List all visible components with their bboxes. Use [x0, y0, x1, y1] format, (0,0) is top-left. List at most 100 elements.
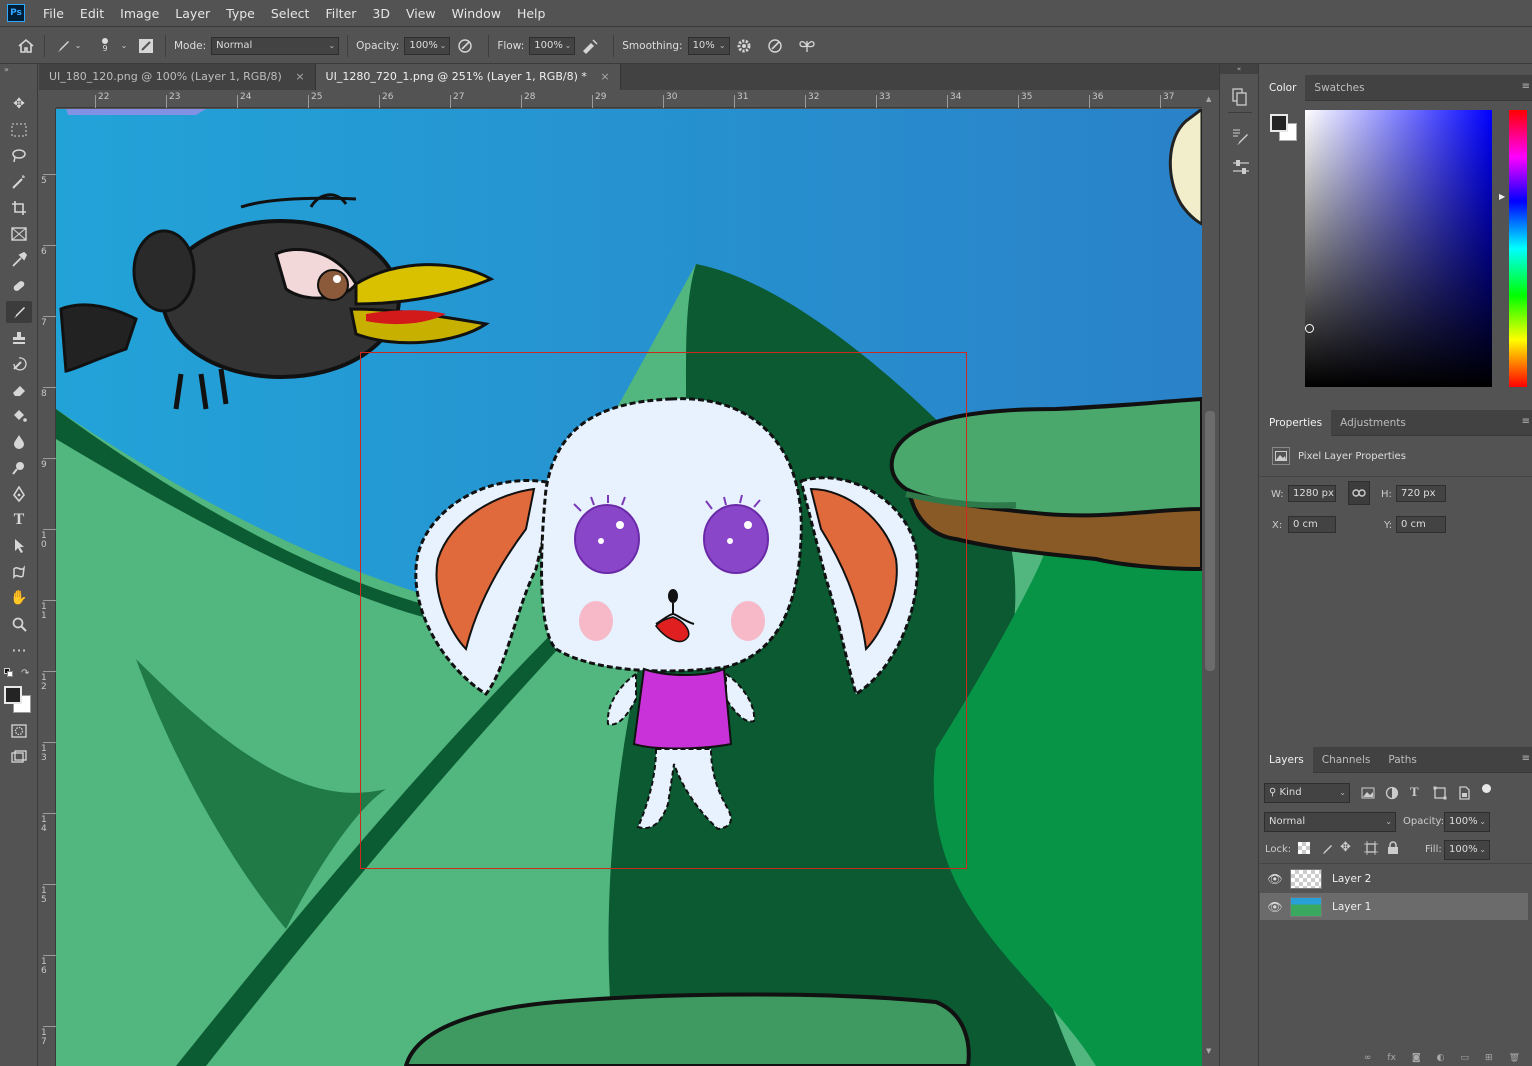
visibility-eye-icon[interactable]: 👁: [1260, 872, 1290, 886]
layer-blend-mode-select[interactable]: Normal ⌄: [1264, 812, 1396, 832]
menu-3d[interactable]: 3D: [364, 0, 398, 27]
color-picker-field[interactable]: [1305, 110, 1492, 387]
paint-bucket-tool-icon[interactable]: [6, 405, 32, 427]
airbrush-icon[interactable]: [575, 38, 605, 54]
tab-properties[interactable]: Properties: [1260, 409, 1332, 436]
visibility-eye-icon[interactable]: 👁: [1260, 900, 1290, 914]
menu-file[interactable]: File: [35, 0, 72, 27]
quick-mask-icon[interactable]: [6, 720, 32, 742]
filter-smart-object-icon[interactable]: [1457, 786, 1471, 800]
pressure-opacity-icon[interactable]: [450, 38, 480, 54]
link-dimensions-icon[interactable]: [1348, 481, 1370, 505]
menu-window[interactable]: Window: [444, 0, 509, 27]
collapse-arrows-icon[interactable]: »: [4, 65, 9, 74]
layer-opacity-field[interactable]: 100% ⌄: [1444, 812, 1490, 832]
fill-field[interactable]: 100% ⌄: [1444, 840, 1490, 860]
y-field[interactable]: 0 cm: [1396, 516, 1446, 533]
lock-artboard-icon[interactable]: [1364, 841, 1378, 855]
delete-layer-icon[interactable]: 🗑: [1509, 1053, 1520, 1066]
document-canvas[interactable]: [56, 109, 1202, 1066]
layer-row-layer-2[interactable]: 👁 Layer 2: [1260, 865, 1528, 892]
canvas-vertical-scrollbar[interactable]: ▲ ▼: [1202, 91, 1218, 1066]
lock-all-icon[interactable]: [1387, 841, 1399, 855]
scroll-down-icon[interactable]: ▼: [1206, 1047, 1211, 1055]
height-field[interactable]: 720 px: [1396, 485, 1446, 502]
menu-select[interactable]: Select: [263, 0, 318, 27]
zoom-tool-icon[interactable]: [6, 613, 32, 635]
new-adjustment-icon[interactable]: ◐: [1437, 1053, 1445, 1066]
clone-stamp-tool-icon[interactable]: [6, 327, 32, 349]
add-mask-icon[interactable]: ◙: [1412, 1053, 1421, 1066]
tab-adjustments[interactable]: Adjustments: [1331, 410, 1415, 436]
brush-tool-icon[interactable]: [6, 301, 32, 323]
horizontal-ruler[interactable]: 22 23 24 25 26 27 28 29 30 31 32 33 34 35 36 37: [56, 91, 1202, 108]
symmetry-butterfly-icon[interactable]: [792, 38, 822, 54]
lock-image-pixels-icon[interactable]: [1320, 841, 1334, 855]
panel-menu-icon[interactable]: ≡: [1522, 416, 1530, 427]
ruler-origin[interactable]: [39, 91, 56, 108]
smoothing-field[interactable]: 10% ⌄: [687, 36, 730, 55]
filter-toggle-icon[interactable]: [1482, 784, 1491, 793]
more-tools-icon[interactable]: ···: [6, 639, 32, 661]
home-icon[interactable]: [16, 38, 36, 54]
tab-layers[interactable]: Layers: [1260, 746, 1313, 773]
tab-channels[interactable]: Channels: [1313, 747, 1380, 773]
layer-name[interactable]: Layer 2: [1332, 873, 1371, 885]
type-tool-icon[interactable]: T: [6, 509, 32, 531]
hue-slider[interactable]: [1509, 110, 1527, 387]
hue-slider-handle-icon[interactable]: ▶: [1499, 192, 1505, 201]
history-panel-icon[interactable]: [1232, 88, 1248, 106]
eraser-tool-icon[interactable]: [6, 379, 32, 401]
menu-help[interactable]: Help: [509, 0, 554, 27]
tab-paths[interactable]: Paths: [1379, 747, 1426, 773]
adjustments-sliders-icon[interactable]: [1232, 158, 1250, 176]
foreground-color-swatch[interactable]: [1270, 114, 1288, 132]
brush-size-picker[interactable]: 9: [91, 38, 119, 53]
custom-shape-tool-icon[interactable]: [6, 561, 32, 583]
collapse-arrows-icon[interactable]: «: [1220, 64, 1258, 74]
chevron-down-icon[interactable]: ⌄: [119, 41, 129, 50]
panel-menu-icon[interactable]: ≡: [1522, 753, 1530, 764]
eyedropper-tool-icon[interactable]: [6, 249, 32, 271]
layer-filter-select[interactable]: ⚲ Kind ⌄: [1264, 783, 1350, 803]
lock-position-icon[interactable]: ✥: [1340, 840, 1351, 855]
mode-select[interactable]: Normal ⌄: [211, 36, 340, 55]
hand-tool-icon[interactable]: ✋: [6, 587, 32, 609]
brush-settings-panel-icon[interactable]: [1232, 129, 1250, 147]
healing-brush-tool-icon[interactable]: [6, 275, 32, 297]
panel-color-swatches[interactable]: [1268, 112, 1300, 144]
foreground-color-swatch[interactable]: [4, 686, 22, 704]
menu-filter[interactable]: Filter: [317, 0, 364, 27]
magic-wand-tool-icon[interactable]: [6, 171, 32, 193]
crop-tool-icon[interactable]: [6, 197, 32, 219]
scrollbar-thumb[interactable]: [1205, 411, 1215, 671]
layer-row-layer-1[interactable]: 👁 Layer 1: [1260, 893, 1528, 920]
menu-layer[interactable]: Layer: [167, 0, 218, 27]
lock-transparent-pixels-icon[interactable]: [1298, 842, 1310, 854]
brush-settings-icon[interactable]: [135, 38, 157, 54]
pressure-size-icon[interactable]: [758, 38, 792, 54]
gear-icon[interactable]: [730, 38, 758, 54]
x-field[interactable]: 0 cm: [1288, 516, 1336, 533]
scroll-up-icon[interactable]: ▲: [1206, 95, 1211, 103]
filter-type-icon[interactable]: T: [1410, 784, 1419, 800]
tab-ui-1280-720-1[interactable]: UI_1280_720_1.png @ 251% (Layer 1, RGB/8…: [315, 64, 621, 90]
marquee-tool-icon[interactable]: [6, 119, 32, 141]
blur-tool-icon[interactable]: [6, 431, 32, 453]
opacity-field[interactable]: 100% ⌄: [404, 36, 451, 55]
move-tool-icon[interactable]: ✥: [6, 93, 32, 115]
menu-type[interactable]: Type: [218, 0, 263, 27]
new-layer-icon[interactable]: ⊞: [1485, 1053, 1493, 1066]
layer-style-icon[interactable]: fx: [1387, 1053, 1396, 1066]
tab-swatches[interactable]: Swatches: [1305, 75, 1373, 101]
layer-name[interactable]: Layer 1: [1332, 901, 1371, 913]
frame-tool-icon[interactable]: [6, 223, 32, 245]
menu-image[interactable]: Image: [112, 0, 167, 27]
lasso-tool-icon[interactable]: [6, 145, 32, 167]
dodge-tool-icon[interactable]: [6, 457, 32, 479]
link-layers-icon[interactable]: ∞: [1364, 1053, 1372, 1066]
close-icon[interactable]: ×: [295, 70, 304, 83]
default-colors-icon[interactable]: [4, 668, 14, 678]
color-swatches[interactable]: [3, 685, 33, 713]
tab-color[interactable]: Color: [1260, 74, 1306, 101]
